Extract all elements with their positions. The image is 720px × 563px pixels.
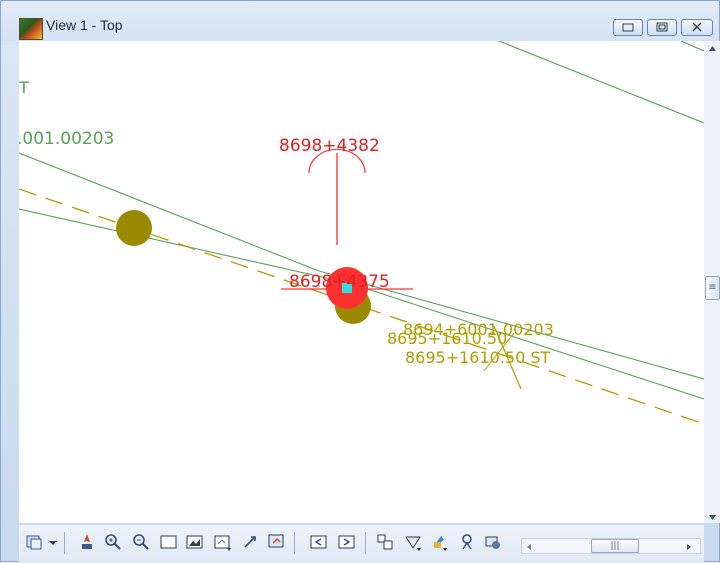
alignment-line-main-a[interactable] [19,152,320,272]
scroll-right-arrow-icon[interactable] [687,544,691,550]
window-area-icon[interactable] [159,532,179,552]
left-top-label: T [19,78,29,97]
settings-icon[interactable] [483,532,503,552]
vertical-thumb-grip: ≡ [708,282,717,293]
horizontal-scroll-thumb[interactable]: ||| [591,539,639,553]
cluster-label-2: 8695+1610.50 [387,329,507,348]
app-icon [19,18,43,40]
drawing-canvas[interactable]: 8694+6001.00203 8695+1610.50 8695+1610.5… [19,41,704,523]
view-control-icon[interactable] [25,532,45,552]
dropdown-arrow-icon[interactable] [47,532,59,552]
left-alignment-label: .001.00203 [19,129,114,149]
zoom-in-icon[interactable] [103,532,123,552]
pi-station-label: 8698+4382 [279,136,380,156]
toolbar-separator [64,532,65,554]
pan-icon[interactable] [77,532,97,552]
toolbar-separator [365,532,366,554]
minimize-icon [622,23,634,32]
olive-point-left[interactable] [116,210,152,246]
cluster-label-3: 8695+1610.50 ST [405,348,551,367]
scroll-up-arrow-icon[interactable] [709,46,716,51]
close-icon [692,22,702,32]
previous-view-icon[interactable] [309,532,329,552]
fit-view-icon[interactable] [185,532,205,552]
toolbar-separator [294,532,295,554]
alignment-line-upper[interactable] [498,41,704,124]
rotate-view-icon[interactable] [241,532,261,552]
scroll-left-arrow-icon[interactable] [527,544,531,550]
alignment-line-corner[interactable] [680,41,704,52]
window-title: View 1 - Top [46,17,123,33]
center-station-label: 8698+4375 [289,272,390,292]
scroll-down-arrow-icon[interactable] [709,515,716,520]
view-properties-icon[interactable] [213,532,233,552]
horizontal-thumb-grip: ||| [610,541,620,551]
restore-button[interactable] [647,19,677,36]
next-view-icon[interactable] [337,532,357,552]
zoom-out-icon[interactable] [131,532,151,552]
view-window: View 1 - Top 8694+6001.00203 8695+1610.5… [0,0,720,563]
vertical-scroll-thumb[interactable]: ≡ [705,276,720,300]
close-button[interactable] [681,19,713,36]
copy-view-icon[interactable] [267,532,287,552]
drawing-viewport[interactable]: 8694+6001.00203 8695+1610.50 8695+1610.5… [19,41,704,523]
camera-icon[interactable] [375,532,395,552]
locate-icon[interactable] [457,532,477,552]
title-bar[interactable]: View 1 - Top [1,1,719,41]
clip-volume-icon[interactable] [403,532,423,552]
minimize-button[interactable] [613,19,643,36]
render-icon[interactable] [429,532,449,552]
restore-icon [656,22,668,32]
